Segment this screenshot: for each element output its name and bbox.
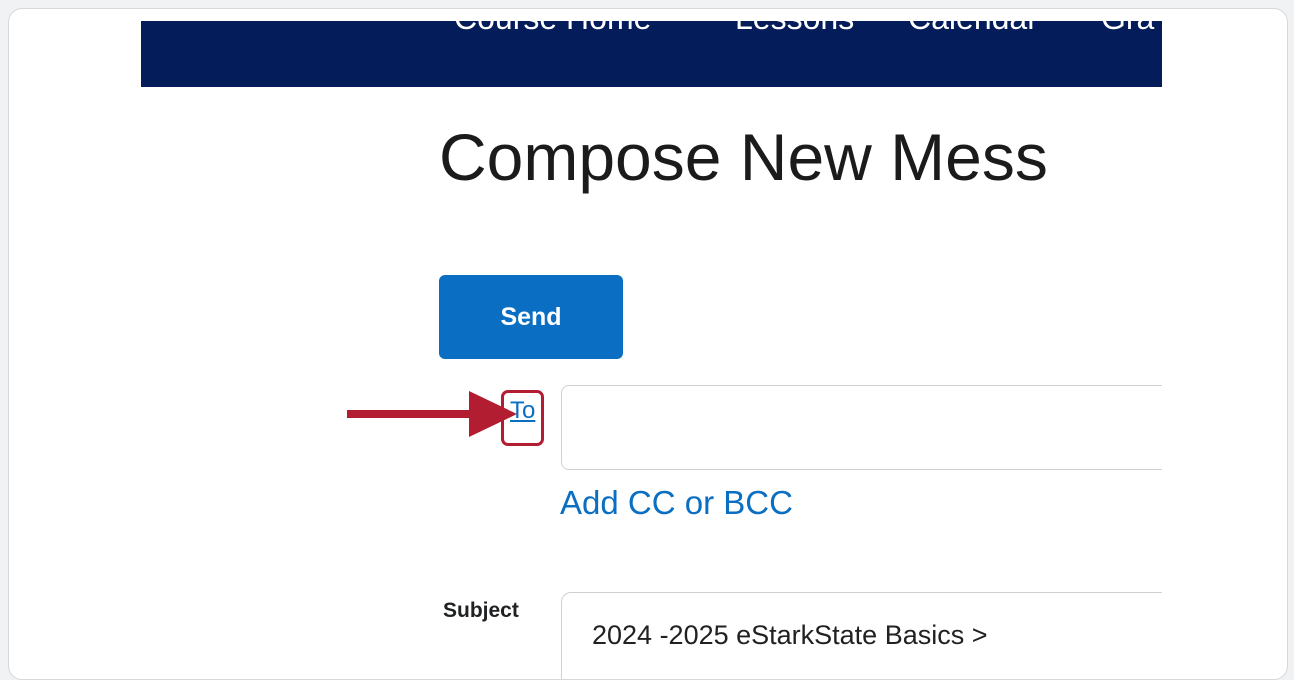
arrow-right-icon bbox=[347, 391, 517, 437]
add-cc-bcc-link[interactable]: Add CC or BCC bbox=[560, 484, 793, 522]
page-title: Compose New Mess bbox=[439, 120, 1048, 194]
screenshot-frame: Course Home Lessons Calendar Gra Compose… bbox=[8, 8, 1288, 680]
nav-calendar[interactable]: Calendar bbox=[908, 21, 1038, 37]
send-button[interactable]: Send bbox=[439, 275, 623, 359]
subject-field[interactable]: 2024 -2025 eStarkState Basics > bbox=[561, 592, 1162, 679]
nav-course-home[interactable]: Course Home bbox=[454, 21, 651, 37]
nav-grades[interactable]: Gra bbox=[1101, 21, 1154, 37]
subject-value: 2024 -2025 eStarkState Basics > bbox=[592, 620, 988, 650]
course-navbar: Course Home Lessons Calendar Gra bbox=[141, 21, 1162, 87]
to-field[interactable] bbox=[561, 385, 1162, 470]
subject-label: Subject bbox=[443, 599, 519, 622]
nav-lessons[interactable]: Lessons bbox=[735, 21, 854, 37]
browser-viewport: Course Home Lessons Calendar Gra Compose… bbox=[141, 21, 1162, 679]
